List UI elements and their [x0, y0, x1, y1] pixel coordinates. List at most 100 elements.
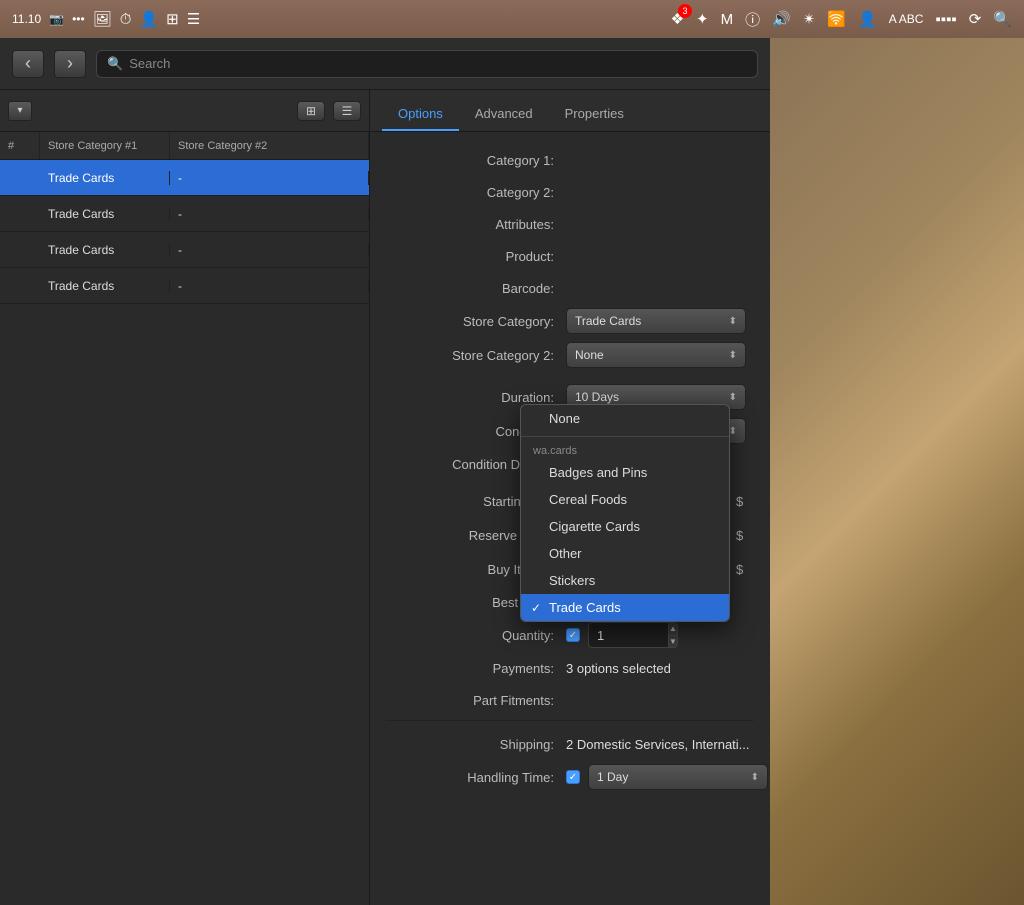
- quantity-label: Quantity:: [386, 628, 566, 643]
- search-bar[interactable]: 🔍 Search: [96, 50, 758, 78]
- wifi-icon[interactable]: 🛜: [827, 10, 846, 28]
- starting-bid-currency: $: [736, 494, 743, 509]
- store-category2-control: None ⬍: [566, 342, 754, 368]
- part-fitments-row: Part Fitments:: [370, 684, 770, 716]
- cell-cat2: -: [170, 171, 369, 185]
- table-row[interactable]: Trade Cards -: [0, 160, 369, 196]
- duration-label: Duration:: [386, 390, 566, 405]
- dropdown-item-other[interactable]: Other: [521, 540, 729, 567]
- handling-time-control: ✓ 1 Day ⬍: [566, 764, 768, 790]
- back-button[interactable]: ‹: [12, 50, 44, 78]
- payments-row: Payments: 3 options selected: [370, 652, 770, 684]
- bluetooth-icon[interactable]: ✴: [803, 10, 816, 28]
- badges-label: Badges and Pins: [549, 465, 647, 480]
- handling-time-row: Handling Time: ✓ 1 Day ⬍: [370, 760, 770, 794]
- forward-button[interactable]: ›: [54, 50, 86, 78]
- selected-checkmark: ✓: [531, 601, 541, 615]
- dropdown-item-cereal[interactable]: Cereal Foods: [521, 486, 729, 513]
- dropbox2-icon[interactable]: ✦: [696, 10, 709, 28]
- more-button[interactable]: •••: [72, 12, 85, 26]
- payments-value: 3 options selected: [566, 661, 671, 676]
- category1-label: Category 1:: [386, 153, 566, 168]
- table-row[interactable]: Trade Cards -: [0, 196, 369, 232]
- grid-icon[interactable]: ⊞: [166, 10, 179, 28]
- duration-value: 10 Days: [575, 390, 619, 404]
- quantity-row: Quantity: ✓ ▲ ▼: [370, 618, 770, 652]
- keyboard-icon[interactable]: A ABC: [889, 12, 924, 26]
- column-header-cat1: Store Category #1: [40, 132, 170, 159]
- handling-time-dropdown[interactable]: 1 Day ⬍: [588, 764, 768, 790]
- store-category2-label: Store Category 2:: [386, 348, 566, 363]
- store-category-label: Store Category:: [386, 314, 566, 329]
- spinner-up[interactable]: ▲: [669, 623, 677, 636]
- hamburger-icon[interactable]: ☰: [187, 10, 200, 28]
- main-window: ‹ › 🔍 Search ▾ ⊞ ☰ # Store: [0, 38, 770, 905]
- dropdown-item-cigarette[interactable]: Cigarette Cards: [521, 513, 729, 540]
- dropdown-item-none[interactable]: None: [521, 405, 729, 432]
- tab-properties[interactable]: Properties: [549, 98, 640, 131]
- user-icon[interactable]: 👤: [139, 10, 158, 28]
- column-header-cat2: Store Category #2: [170, 132, 369, 159]
- table-row[interactable]: Trade Cards -: [0, 232, 369, 268]
- timer-icon[interactable]: ⏱: [120, 11, 132, 28]
- cell-cat1: Trade Cards: [40, 243, 170, 257]
- product-row: Product:: [370, 240, 770, 272]
- tab-options[interactable]: Options: [382, 98, 459, 131]
- table-row[interactable]: Trade Cards -: [0, 268, 369, 304]
- time-display: 11.10: [12, 12, 41, 26]
- user2-icon[interactable]: 👤: [858, 10, 877, 28]
- cell-cat1: Trade Cards: [40, 279, 170, 293]
- cigarette-label: Cigarette Cards: [549, 519, 640, 534]
- quantity-input[interactable]: [588, 622, 668, 648]
- handling-time-label: Handling Time:: [386, 770, 566, 785]
- left-panel: ▾ ⊞ ☰ # Store Category #1 Store Category…: [0, 90, 370, 905]
- dropbox-icon[interactable]: ❖ 3: [671, 10, 684, 28]
- search-icon: 🔍: [107, 56, 123, 72]
- reserve-price-currency: $: [736, 528, 743, 543]
- search-placeholder: Search: [129, 56, 170, 71]
- grid-view-button[interactable]: ⊞: [297, 101, 325, 121]
- check-icon: ✓: [569, 772, 577, 783]
- tab-advanced[interactable]: Advanced: [459, 98, 549, 131]
- store-category-value: Trade Cards: [575, 314, 641, 328]
- history-icon[interactable]: ⟳: [969, 10, 982, 28]
- spinner-arrows: ▲ ▼: [668, 622, 678, 648]
- table-body: Trade Cards - Trade Cards - Trade Cards …: [0, 160, 369, 905]
- search-menubar-icon[interactable]: 🔍: [993, 10, 1012, 28]
- payments-label: Payments:: [386, 661, 566, 676]
- table-header: # Store Category #1 Store Category #2: [0, 132, 369, 160]
- spinner-down[interactable]: ▼: [669, 636, 677, 648]
- attributes-row: Attributes:: [370, 208, 770, 240]
- volume-icon[interactable]: 🔊: [772, 10, 791, 28]
- store-category2-value: None: [575, 348, 604, 362]
- store-category2-dropdown[interactable]: None ⬍: [566, 342, 746, 368]
- category2-label: Category 2:: [386, 185, 566, 200]
- cell-cat1: Trade Cards: [40, 207, 170, 221]
- quantity-stepper[interactable]: ▲ ▼: [588, 622, 678, 648]
- handling-time-checkbox[interactable]: ✓: [566, 770, 580, 784]
- shipping-value: 2 Domestic Services, Internati...: [566, 737, 750, 752]
- camera-icon[interactable]: 🖼: [93, 10, 112, 28]
- mail-icon[interactable]: M: [721, 11, 734, 28]
- app-window: ‹ › 🔍 Search ▾ ⊞ ☰ # Store: [0, 38, 1024, 905]
- dropdown-item-stickers[interactable]: Stickers: [521, 567, 729, 594]
- buy-it-now-currency: $: [736, 562, 743, 577]
- dropdown-item-badges[interactable]: Badges and Pins: [521, 459, 729, 486]
- battery-icon[interactable]: ▪▪▪▪: [935, 11, 956, 28]
- stickers-label: Stickers: [549, 573, 595, 588]
- tabs-bar: Options Advanced Properties: [370, 90, 770, 132]
- info-icon[interactable]: ⓘ: [745, 9, 760, 30]
- dropdown-item-trade-cards[interactable]: ✓ Trade Cards: [521, 594, 729, 621]
- quantity-checkbox[interactable]: ✓: [566, 628, 580, 642]
- start-button[interactable]: 📷: [49, 12, 64, 26]
- store-category2-row: Store Category 2: None ⬍: [370, 338, 770, 372]
- category1-row: Category 1:: [370, 144, 770, 176]
- shipping-control: 2 Domestic Services, Internati...: [566, 737, 754, 752]
- dropdown-toggle[interactable]: ▾: [8, 101, 32, 121]
- barcode-label: Barcode:: [386, 281, 566, 296]
- cell-cat2: -: [170, 279, 369, 293]
- cereal-label: Cereal Foods: [549, 492, 627, 507]
- store-category-dropdown[interactable]: Trade Cards ⬍: [566, 308, 746, 334]
- list-view-button[interactable]: ☰: [333, 101, 361, 121]
- quantity-control: ✓ ▲ ▼: [566, 622, 754, 648]
